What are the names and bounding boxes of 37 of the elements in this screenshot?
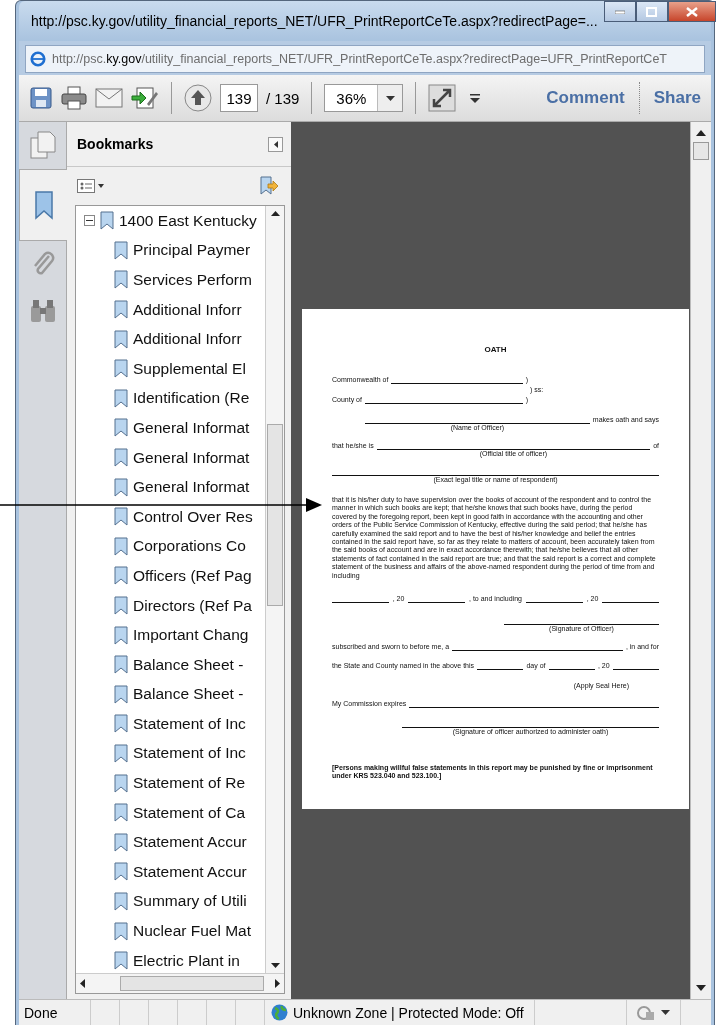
bookmark-item[interactable]: Statement Accur (76, 857, 265, 887)
bookmark-item[interactable]: Additional Inforr (76, 294, 265, 325)
panel-title: Bookmarks (77, 136, 155, 152)
page-count: / 139 (266, 89, 300, 107)
zoom-field[interactable]: 36% (324, 84, 404, 112)
bookmark-item[interactable]: General Informat (76, 413, 265, 443)
bookmark-item[interactable]: Statement of Ca (76, 797, 265, 828)
status-text: Done (24, 1004, 58, 1021)
bookmark-item[interactable]: General Informat (76, 472, 265, 502)
bookmark-item[interactable]: Control Over Res (76, 501, 265, 532)
bookmark-item[interactable]: Principal Paymer (76, 235, 265, 266)
bookmark-item[interactable]: Statement of Inc (76, 709, 265, 739)
share-button[interactable]: Share (653, 88, 701, 108)
bookmark-item[interactable]: Electric Plant in (76, 945, 265, 973)
address-field[interactable]: http://psc.ky.gov/utility_financial_reports_NET/UFR_PrintReportCeTe.aspx?redirectPage=UFR_PrintReportCeT (25, 45, 705, 73)
bookmark-item[interactable]: Balance Sheet - (76, 649, 265, 680)
bookmark-item[interactable]: Statement of Re (76, 768, 265, 798)
bookmark-item[interactable]: Nuclear Fuel Mat (76, 916, 265, 946)
bookmark-item[interactable]: Statement Accur (76, 827, 265, 858)
window-title: http://psc.ky.gov/utility_financial_reports_NET/UFR_PrintReportCeTe.aspx?redirectPage=... (31, 13, 598, 29)
bookmark-item[interactable]: Services Perform (76, 265, 265, 295)
document-heading: OATH (483, 345, 508, 355)
bookmark-item[interactable]: Directors (Ref Pa (76, 590, 265, 621)
bookmark-item[interactable]: General Informat (76, 442, 265, 473)
zone-text: Unknown Zone | Protected Mode: Off (293, 1004, 524, 1021)
bookmark-item[interactable]: Additional Inforr (76, 324, 265, 354)
bookmark-item[interactable]: 1400 East Kentucky (76, 206, 265, 236)
bookmark-item[interactable]: Officers (Ref Pag (76, 561, 265, 591)
bookmark-item[interactable]: Balance Sheet - (76, 679, 265, 710)
page-number-field[interactable]: 139 (220, 84, 258, 112)
comment-button[interactable]: Comment (546, 88, 625, 108)
bookmark-item[interactable]: Important Chang (76, 620, 265, 650)
bookmark-item[interactable]: Supplemental El (76, 353, 265, 384)
bookmark-item[interactable]: Corporations Co (76, 531, 265, 562)
bookmark-item[interactable]: Statement of Inc (76, 738, 265, 769)
bookmark-item[interactable]: Summary of Utili (76, 886, 265, 917)
bookmark-item[interactable]: Identification (Re (76, 383, 265, 414)
